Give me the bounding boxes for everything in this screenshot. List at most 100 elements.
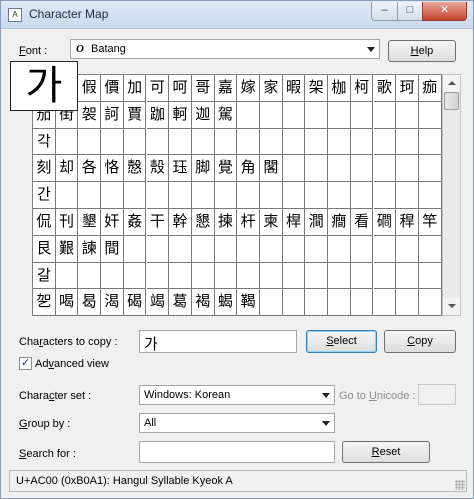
character-cell[interactable]	[146, 262, 170, 290]
character-cell[interactable]: 竿	[418, 209, 442, 236]
character-cell[interactable]: 柯	[350, 75, 374, 102]
character-cell[interactable]: 鞨	[237, 289, 260, 317]
character-cell[interactable]: 家	[260, 75, 283, 102]
character-cell[interactable]: 痂	[418, 75, 442, 102]
character-cell[interactable]: 懇	[191, 209, 215, 236]
character-cell[interactable]: 갈	[33, 262, 56, 290]
maximize-button[interactable]: □	[397, 2, 423, 21]
character-cell[interactable]	[373, 128, 397, 156]
group-by-dropdown[interactable]: All	[139, 413, 335, 433]
character-cell[interactable]: 桿	[282, 209, 306, 236]
character-cell[interactable]	[55, 182, 79, 209]
character-cell[interactable]	[350, 101, 374, 129]
character-cell[interactable]	[169, 262, 192, 290]
character-cell[interactable]: 褐	[191, 289, 215, 317]
character-cell[interactable]	[418, 235, 442, 263]
character-cell[interactable]: 却	[55, 155, 79, 183]
character-cell[interactable]	[396, 262, 419, 290]
character-cell[interactable]: 覺	[214, 155, 238, 183]
character-cell[interactable]: 刊	[55, 209, 79, 236]
character-cell[interactable]: 柬	[260, 209, 283, 236]
character-cell[interactable]: 曷	[78, 289, 102, 317]
character-cell[interactable]	[373, 289, 397, 317]
copy-button[interactable]: Copy	[384, 330, 456, 353]
advanced-view-label[interactable]: Advanced view	[35, 358, 109, 370]
character-cell[interactable]	[169, 128, 192, 156]
character-cell[interactable]	[237, 262, 260, 290]
character-cell[interactable]	[350, 262, 374, 290]
character-cell[interactable]: 侃	[33, 209, 56, 236]
character-cell[interactable]	[191, 235, 215, 263]
character-cell[interactable]	[214, 182, 238, 209]
character-cell[interactable]	[418, 262, 442, 290]
character-cell[interactable]	[418, 182, 442, 209]
character-cell[interactable]: 角	[237, 155, 260, 183]
scroll-down-button[interactable]	[443, 298, 460, 315]
font-dropdown[interactable]: O Batang	[70, 39, 380, 59]
character-cell[interactable]	[282, 182, 306, 209]
character-cell[interactable]	[260, 262, 283, 290]
character-cell[interactable]: 珂	[396, 75, 419, 102]
character-cell[interactable]	[237, 182, 260, 209]
character-cell[interactable]	[305, 262, 329, 290]
character-cell[interactable]	[123, 128, 147, 156]
character-cell[interactable]: 架	[305, 75, 329, 102]
character-cell[interactable]: 軻	[169, 101, 192, 129]
character-cell[interactable]	[418, 155, 442, 183]
character-cell[interactable]: 珏	[169, 155, 192, 183]
reset-button[interactable]: Reset	[342, 441, 430, 463]
character-cell[interactable]: 稈	[396, 209, 419, 236]
character-cell[interactable]	[78, 182, 102, 209]
character-cell[interactable]	[350, 289, 374, 317]
character-cell[interactable]	[350, 128, 374, 156]
character-cell[interactable]: 竭	[146, 289, 170, 317]
title-bar[interactable]: A Character Map – □ ✕	[1, 1, 473, 29]
character-cell[interactable]	[78, 262, 102, 290]
character-cell[interactable]: 渴	[101, 289, 124, 317]
go-to-unicode-input[interactable]	[418, 384, 456, 405]
character-cell[interactable]: 賈	[123, 101, 147, 129]
character-cell[interactable]: 杆	[237, 209, 260, 236]
character-cell[interactable]	[350, 155, 374, 183]
character-cell[interactable]	[396, 128, 419, 156]
character-cell[interactable]: 駕	[214, 101, 238, 129]
minimize-button[interactable]: –	[371, 2, 398, 21]
character-cell[interactable]: 澗	[305, 209, 329, 236]
help-button[interactable]: Help	[388, 40, 456, 62]
character-cell[interactable]	[396, 155, 419, 183]
character-cell[interactable]	[373, 182, 397, 209]
character-cell[interactable]	[373, 155, 397, 183]
character-cell[interactable]: 袈	[78, 101, 102, 129]
character-cell[interactable]	[328, 155, 351, 183]
character-cell[interactable]: 跏	[146, 101, 170, 129]
character-cell[interactable]	[282, 128, 306, 156]
character-cell[interactable]: 刻	[33, 155, 56, 183]
character-cell[interactable]	[237, 101, 260, 129]
character-cell[interactable]: 恪	[101, 155, 124, 183]
character-cell[interactable]	[78, 128, 102, 156]
character-cell[interactable]: 喝	[55, 289, 79, 317]
character-cell[interactable]: 碣	[123, 289, 147, 317]
character-cell[interactable]: 艮	[33, 235, 56, 263]
character-cell[interactable]: 迦	[191, 101, 215, 129]
character-cell[interactable]	[328, 235, 351, 263]
character-cell[interactable]: 假	[78, 75, 102, 102]
character-cell[interactable]	[418, 101, 442, 129]
character-cell[interactable]: 干	[146, 209, 170, 236]
character-cell[interactable]	[101, 262, 124, 290]
character-cell[interactable]	[373, 101, 397, 129]
character-cell[interactable]: 暇	[282, 75, 306, 102]
character-cell[interactable]: 癎	[328, 209, 351, 236]
character-cell[interactable]: 葛	[169, 289, 192, 317]
close-button[interactable]: ✕	[422, 2, 467, 21]
character-cell[interactable]: 각	[33, 128, 56, 156]
character-cell[interactable]	[282, 235, 306, 263]
character-cell[interactable]	[396, 235, 419, 263]
character-cell[interactable]	[328, 182, 351, 209]
character-cell[interactable]: 呵	[169, 75, 192, 102]
character-cell[interactable]	[282, 101, 306, 129]
character-cell[interactable]	[191, 182, 215, 209]
character-cell[interactable]	[146, 128, 170, 156]
character-cell[interactable]	[373, 235, 397, 263]
character-cell[interactable]	[396, 182, 419, 209]
